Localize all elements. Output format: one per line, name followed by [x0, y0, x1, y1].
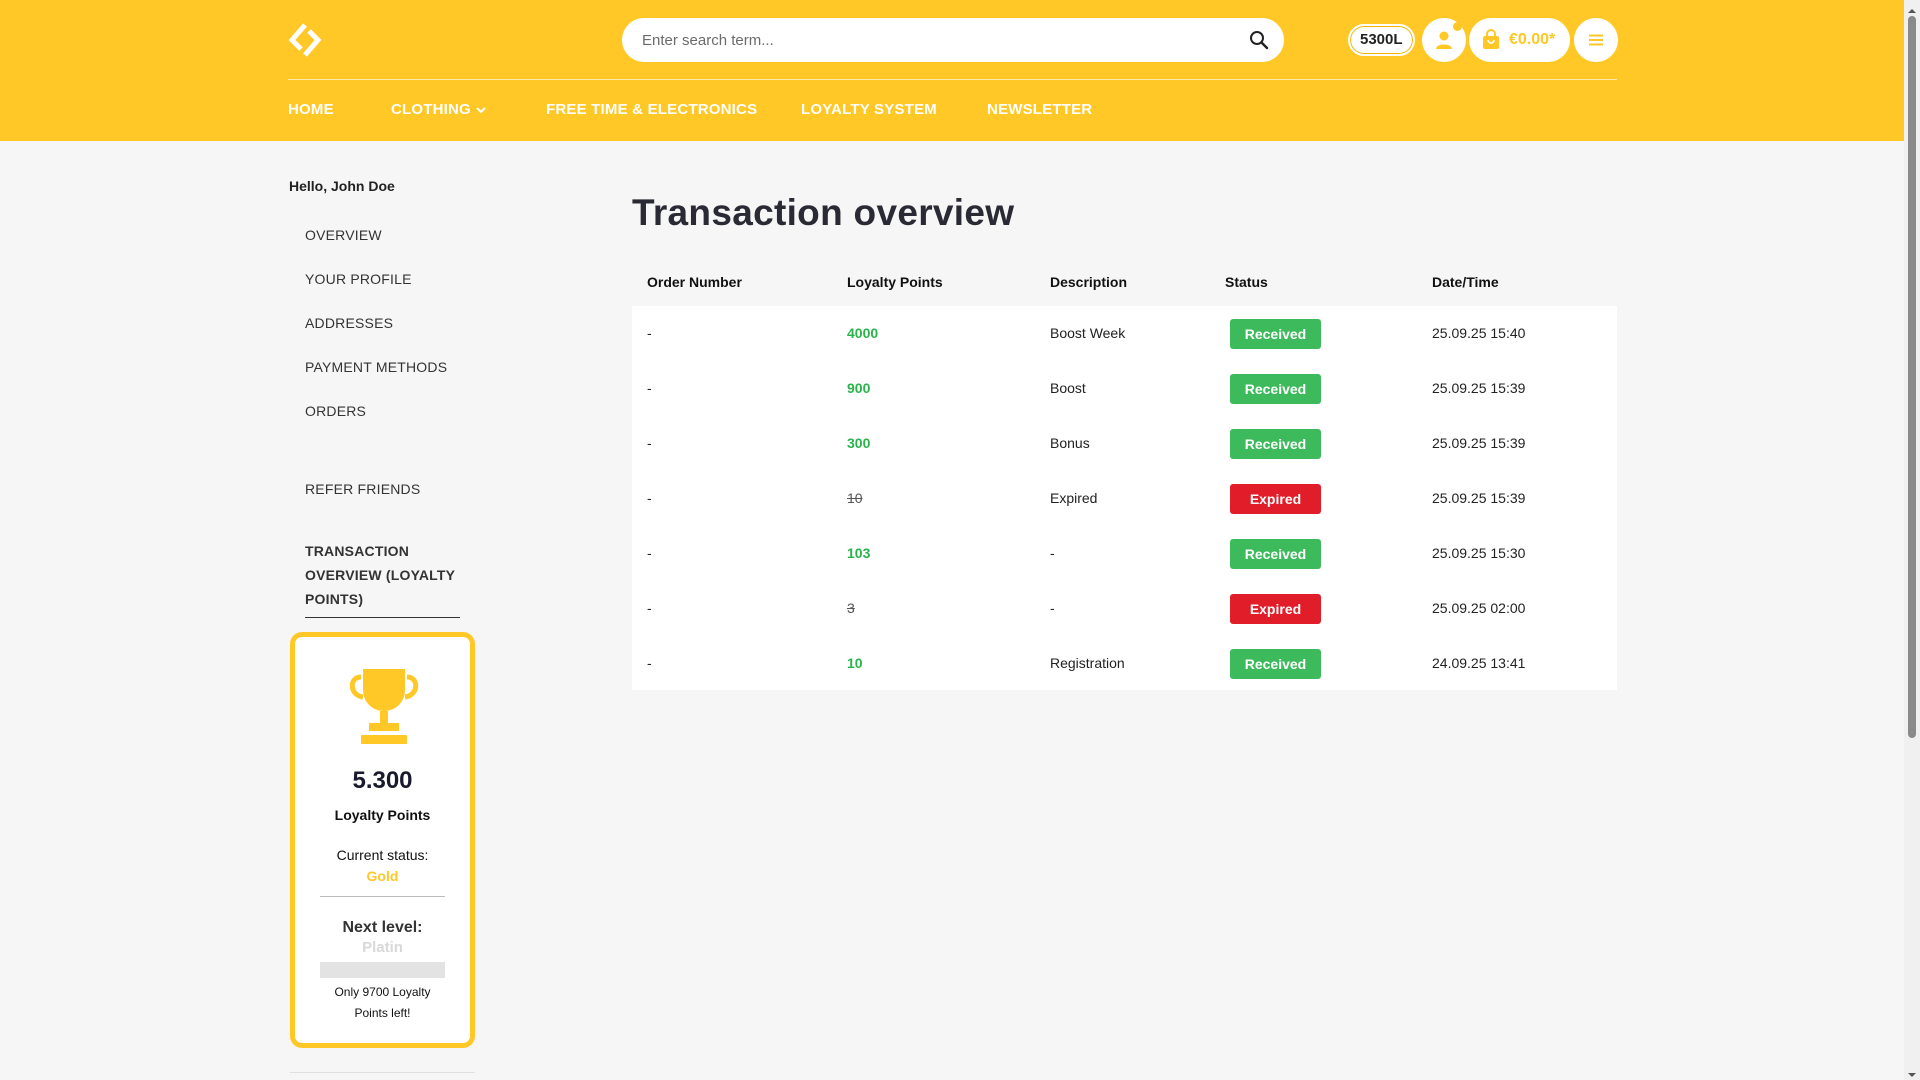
nav-home[interactable]: HOME	[288, 98, 334, 122]
next-level: Platin	[362, 939, 403, 956]
menu-button[interactable]	[1574, 18, 1618, 62]
next-level-label: Next level:	[342, 919, 423, 936]
hamburger-icon	[1589, 34, 1603, 46]
description-cell: Boost Week	[1050, 325, 1126, 341]
loyalty-card: 5.300 Loyalty Points Current status: Gol…	[290, 632, 475, 1048]
datetime-cell: 25.09.25 15:39	[1432, 380, 1526, 396]
search-input[interactable]	[642, 18, 1222, 62]
scroll-down-icon[interactable]	[1907, 1067, 1917, 1077]
status-badge: Received	[1230, 374, 1321, 404]
scrollbar-thumb[interactable]	[1908, 16, 1916, 738]
sidebar-item-addresses[interactable]: ADDRESSES	[305, 315, 393, 331]
status-badge: Received	[1230, 319, 1321, 349]
status-badge: Expired	[1230, 594, 1321, 624]
datetime-cell: 25.09.25 02:00	[1432, 600, 1526, 616]
current-status: Gold	[366, 868, 399, 884]
order-number-cell: -	[647, 380, 652, 396]
site-header: 5300L €0.00* HOME CLOTHING FREE TIME & E…	[0, 0, 1904, 141]
sidebar-item-your-profile[interactable]: YOUR PROFILE	[305, 271, 412, 287]
table-row: - 3 - Expired 25.09.25 02:00	[632, 581, 1617, 636]
greeting: Hello, John Doe	[289, 178, 395, 194]
status-badge: Received	[1230, 429, 1321, 459]
search-icon[interactable]	[1248, 29, 1270, 51]
loyalty-points-cell: 103	[847, 545, 871, 561]
shopping-bag-icon	[1481, 29, 1501, 51]
datetime-cell: 25.09.25 15:39	[1432, 435, 1526, 451]
status-badge: Received	[1230, 649, 1321, 679]
loyalty-points-label: Loyalty Points	[334, 807, 431, 823]
sidebar-item-orders[interactable]: ORDERS	[305, 403, 366, 419]
datetime-cell: 25.09.25 15:30	[1432, 545, 1526, 561]
level-progress-bar	[320, 962, 445, 978]
search-bar	[622, 18, 1284, 62]
order-number-cell: -	[647, 545, 652, 561]
chevron-down-icon	[475, 98, 487, 122]
page-title: Transaction overview	[632, 192, 1015, 233]
order-number-cell: -	[647, 435, 652, 451]
sidebar-divider	[290, 1072, 475, 1073]
status-badge: Received	[1230, 539, 1321, 569]
column-header-description: Description	[1050, 274, 1128, 290]
table-row: - 300 Bonus Received 25.09.25 15:39	[632, 416, 1617, 471]
header-divider	[288, 79, 1617, 80]
status-badge: Expired	[1230, 484, 1321, 514]
loyalty-points-cell: 10	[847, 490, 863, 506]
datetime-cell: 24.09.25 13:41	[1432, 655, 1526, 671]
cart-total: €0.00*	[1509, 31, 1556, 48]
order-number-cell: -	[647, 600, 652, 616]
loyalty-points-badge[interactable]: 5300L	[1348, 24, 1415, 56]
points-left-text: Only 9700 Loyalty Points left!	[334, 985, 431, 1020]
table-row: - 10 Registration Received 24.09.25 13:41	[632, 636, 1617, 691]
table-body: - 4000 Boost Week Received 25.09.25 15:40 - 90…	[632, 306, 1617, 690]
description-cell: Boost	[1050, 380, 1086, 396]
datetime-cell: 25.09.25 15:39	[1432, 490, 1526, 506]
sidebar-item-refer-friends[interactable]: REFER FRIENDS	[305, 481, 420, 497]
cart-button[interactable]: €0.00*	[1469, 18, 1570, 62]
sidebar-item-transaction-overview[interactable]: TRANSACTION OVERVIEW (LOYALTY POINTS)	[305, 539, 460, 618]
table-row: - 10 Expired Expired 25.09.25 15:39	[632, 471, 1617, 526]
order-number-cell: -	[647, 655, 652, 671]
nav-clothing[interactable]: CLOTHING	[391, 98, 487, 122]
column-header-order-number: Order Number	[647, 274, 742, 290]
description-cell: Bonus	[1050, 435, 1090, 451]
table-row: - 900 Boost Received 25.09.25 15:39	[632, 361, 1617, 416]
nav-newsletter[interactable]: NEWSLETTER	[987, 98, 1092, 122]
order-number-cell: -	[647, 325, 652, 341]
loyalty-points-total: 5.300	[352, 767, 413, 794]
column-header-datetime: Date/Time	[1432, 274, 1499, 290]
description-cell: -	[1050, 545, 1055, 561]
table-row: - 4000 Boost Week Received 25.09.25 15:40	[632, 306, 1617, 361]
current-status-label: Current status:	[336, 847, 429, 863]
user-icon	[1436, 31, 1452, 49]
loyalty-points-cell: 300	[847, 435, 871, 451]
description-cell: Registration	[1050, 655, 1125, 671]
sidebar-item-overview[interactable]: OVERVIEW	[305, 227, 382, 243]
loyalty-points-cell: 3	[847, 600, 855, 616]
description-cell: -	[1050, 600, 1055, 616]
order-number-cell: -	[647, 490, 652, 506]
nav-clothing-label: CLOTHING	[391, 101, 471, 118]
table-row: - 103 - Received 25.09.25 15:30	[632, 526, 1617, 581]
datetime-cell: 25.09.25 15:40	[1432, 325, 1526, 341]
table-header: Order Number Loyalty Points Description …	[632, 264, 1617, 306]
transactions-table: Order Number Loyalty Points Description …	[632, 264, 1617, 690]
logo-icon[interactable]	[287, 22, 323, 58]
description-cell: Expired	[1050, 490, 1098, 506]
column-header-loyalty-points: Loyalty Points	[847, 274, 943, 290]
notification-dot	[1453, 22, 1462, 31]
loyalty-points-cell: 900	[847, 380, 871, 396]
account-button[interactable]	[1422, 18, 1466, 62]
scroll-up-icon[interactable]	[1907, 3, 1917, 13]
loyalty-points-cell: 4000	[847, 325, 879, 341]
nav-loyalty-system[interactable]: LOYALTY SYSTEM	[801, 98, 937, 122]
sidebar-item-payment-methods[interactable]: PAYMENT METHODS	[305, 359, 447, 375]
trophy-icon	[347, 667, 421, 747]
loyalty-points-cell: 10	[847, 655, 863, 671]
page-scrollbar[interactable]	[1904, 0, 1920, 1080]
nav-free-time-electronics[interactable]: FREE TIME & ELECTRONICS	[546, 98, 757, 122]
column-header-status: Status	[1225, 274, 1268, 290]
card-divider	[320, 896, 445, 897]
